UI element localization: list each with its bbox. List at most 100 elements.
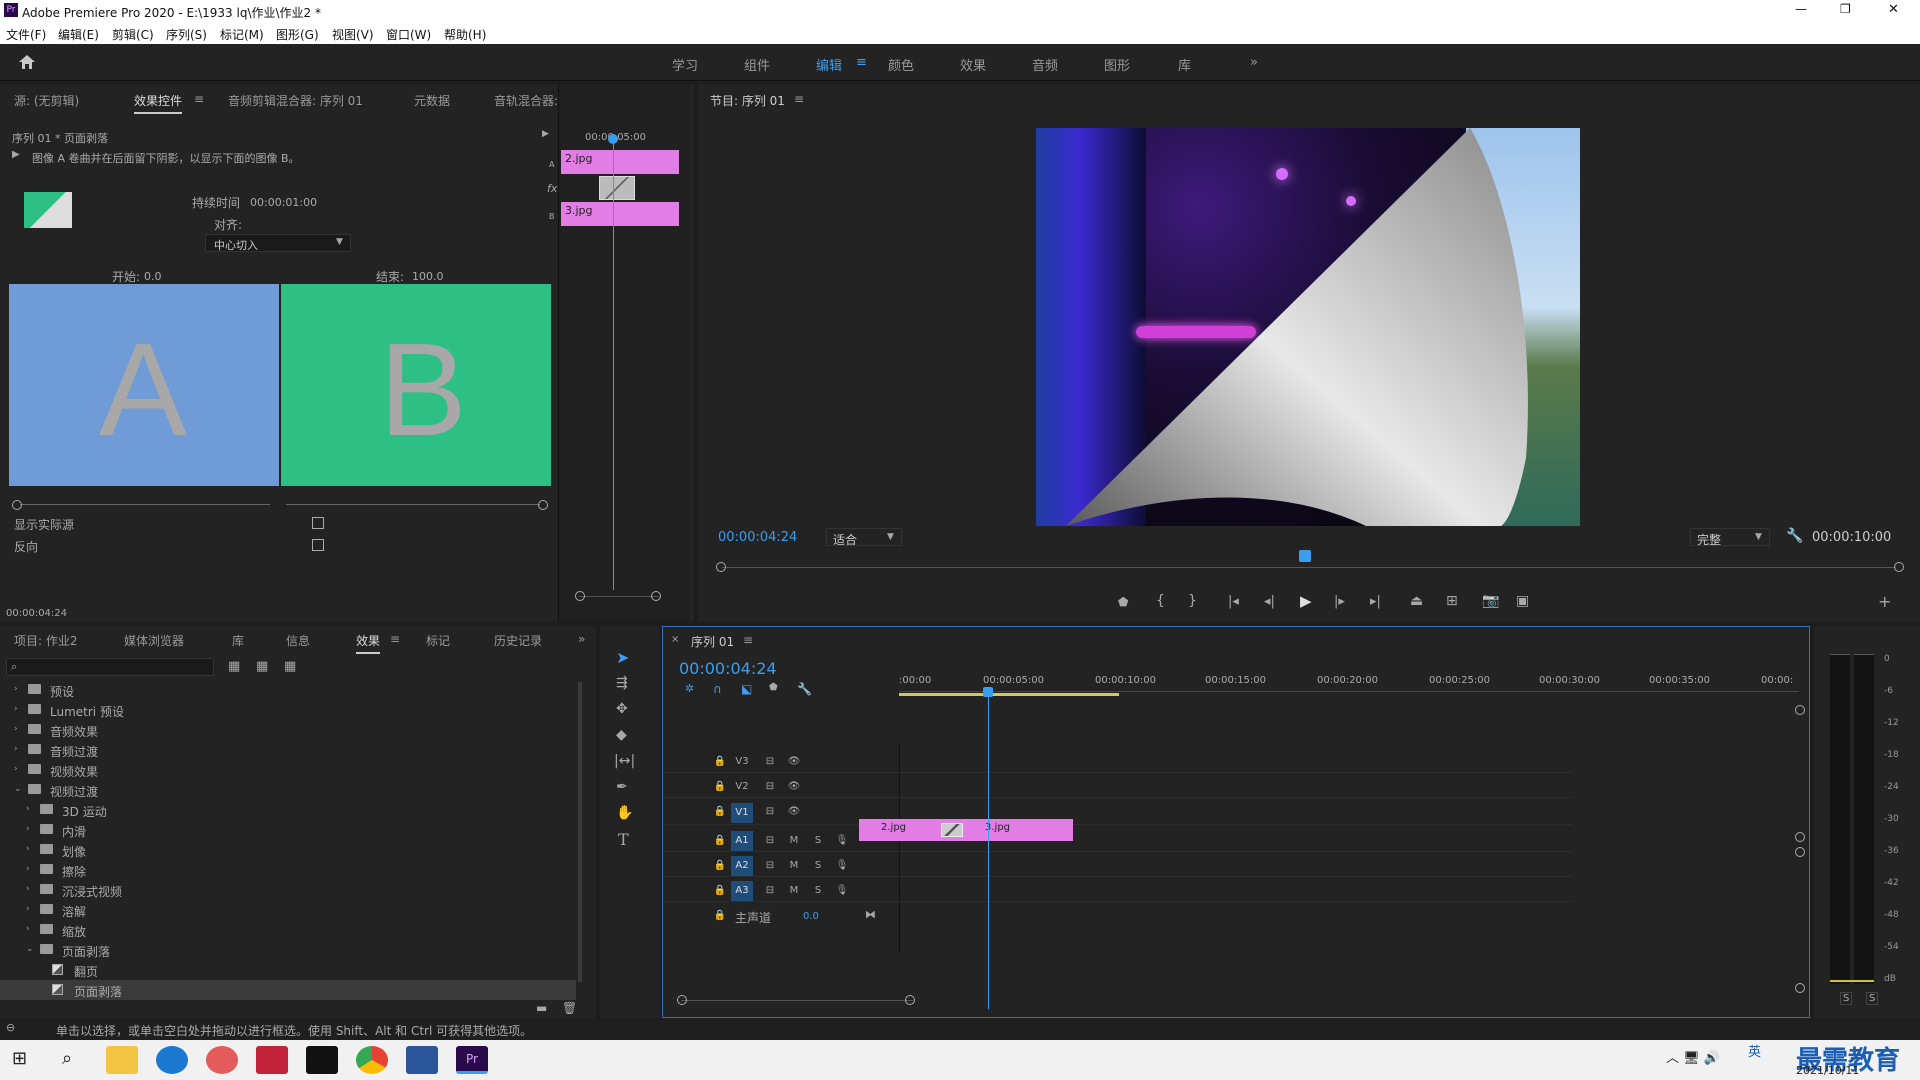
chevron-right-icon[interactable]: › [26, 864, 30, 874]
program-current-time[interactable]: 00:00:04:24 [718, 530, 797, 545]
lock-icon[interactable]: 🔒 [709, 905, 731, 927]
eye-icon[interactable]: 👁 [783, 751, 805, 773]
file-explorer-icon[interactable] [106, 1046, 138, 1074]
step-back-icon[interactable]: ◂| [1264, 595, 1275, 608]
chevron-right-icon[interactable]: › [26, 844, 30, 854]
work-area-bar[interactable] [899, 693, 1119, 696]
menu-sequence[interactable]: 序列(S) [166, 26, 207, 43]
reverse-checkbox[interactable] [312, 539, 324, 551]
add-marker-icon[interactable]: ⬟ [769, 683, 778, 693]
timeline-v-scroll-handle[interactable] [1795, 705, 1805, 715]
chevron-right-icon[interactable]: › [14, 744, 18, 754]
chevron-right-icon[interactable]: › [26, 924, 30, 934]
effects-search-input[interactable]: ⌕ [6, 658, 214, 676]
tab-libraries[interactable]: 库 [232, 632, 244, 649]
more-workspaces-icon[interactable]: » [1250, 55, 1258, 70]
menu-help[interactable]: 帮助(H) [444, 26, 486, 43]
fit-dropdown[interactable]: 适合 ▼ [826, 528, 902, 547]
mini-clip-b[interactable]: 3.jpg [561, 202, 679, 226]
go-to-in-icon[interactable]: |◂ [1228, 595, 1239, 608]
track-v3-label[interactable]: V3 [731, 751, 753, 773]
chevron-down-icon[interactable]: ⌄ [26, 944, 34, 954]
meter-solo-left[interactable]: S [1840, 992, 1853, 1005]
play-icon[interactable]: ▶ [1300, 594, 1312, 609]
effect-controls-time[interactable]: 00:00:04:24 [6, 608, 67, 619]
menu-graphics[interactable]: 图形(G) [276, 26, 319, 43]
end-slider[interactable] [286, 500, 550, 510]
tree-item[interactable]: › 3D 运动 [0, 800, 576, 820]
tab-history[interactable]: 历史记录 [494, 632, 542, 649]
slip-tool-icon[interactable]: |↔| [614, 754, 635, 768]
scrub-start-handle[interactable] [716, 562, 726, 572]
tab-source[interactable]: 源: (无剪辑) [14, 92, 79, 109]
mini-scroll-handle[interactable] [651, 591, 661, 601]
eye-icon[interactable]: 👁 [783, 801, 805, 823]
mark-in-icon[interactable]: { [1156, 594, 1165, 608]
solo-button[interactable]: S [807, 855, 829, 877]
minimize-button[interactable]: — [1795, 2, 1807, 16]
sync-lock-icon[interactable]: ⊟ [759, 776, 781, 798]
lock-icon[interactable]: 🔒 [709, 830, 731, 852]
mute-button[interactable]: M [783, 855, 805, 877]
mini-playhead-handle[interactable] [608, 134, 618, 144]
word-icon[interactable] [406, 1046, 438, 1074]
track-a2-target[interactable]: A2 [731, 856, 753, 876]
app-icon[interactable] [256, 1046, 288, 1074]
tab-info[interactable]: 信息 [286, 632, 310, 649]
timeline-playhead[interactable] [988, 691, 989, 1009]
quality-dropdown[interactable]: 完整 ▼ [1690, 528, 1770, 547]
linked-selection-icon[interactable]: ⬕ [741, 683, 752, 695]
chrome-icon[interactable] [356, 1046, 388, 1074]
tree-item[interactable]: › 溶解 [0, 900, 576, 920]
nest-icon[interactable]: ✲ [685, 683, 694, 694]
start-value[interactable]: 0.0 [144, 270, 162, 283]
sync-lock-icon[interactable]: ⊟ [759, 880, 781, 902]
tree-item[interactable]: › 沉浸式视频 [0, 880, 576, 900]
sync-lock-icon[interactable]: ⊟ [759, 801, 781, 823]
timeline-menu-icon[interactable]: ≡ [743, 633, 753, 647]
mini-scroll-handle[interactable] [575, 591, 585, 601]
program-title[interactable]: 节目: 序列 01 [710, 92, 785, 112]
comparison-view-icon[interactable]: ▣ [1516, 594, 1529, 608]
slider-handle[interactable] [12, 500, 22, 510]
yuv-effects-icon[interactable]: ▦ [284, 660, 296, 673]
mark-out-icon[interactable]: } [1188, 594, 1197, 608]
tree-item[interactable]: ⌄ 页面剥落 [0, 940, 576, 960]
razor-tool-icon[interactable]: ◆ [616, 728, 627, 742]
edge-browser-icon[interactable] [156, 1046, 188, 1074]
wrench-icon[interactable]: 🔧 [797, 683, 812, 695]
tab-menu-icon[interactable]: ≡ [194, 92, 204, 106]
mic-icon[interactable]: 🎙 [831, 830, 853, 852]
timeline-h-scroll-handle[interactable] [677, 995, 687, 1005]
tab-media-browser[interactable]: 媒体浏览器 [124, 632, 184, 649]
tree-item[interactable]: › 划像 [0, 840, 576, 860]
end-value[interactable]: 100.0 [412, 270, 444, 283]
tree-item[interactable]: › 擦除 [0, 860, 576, 880]
mini-clip-a[interactable]: 2.jpg [561, 150, 679, 174]
show-actual-source-checkbox[interactable] [312, 517, 324, 529]
mini-playhead[interactable] [613, 140, 614, 590]
tree-item[interactable]: › 音频效果 [0, 720, 576, 740]
close-button[interactable]: ✕ [1888, 2, 1899, 17]
tree-item[interactable]: › 音频过渡 [0, 740, 576, 760]
workspace-editing[interactable]: 编辑 [816, 55, 842, 74]
chevron-right-icon[interactable]: › [26, 824, 30, 834]
pen-tool-icon[interactable]: ✒ [616, 780, 628, 794]
tab-menu-icon[interactable]: ≡ [390, 632, 400, 646]
mic-icon[interactable]: 🎙 [831, 855, 853, 877]
play-transition-icon[interactable]: ▶ [12, 150, 20, 160]
tab-effects[interactable]: 效果 [356, 632, 381, 654]
timeline-v-scroll-handle[interactable] [1795, 847, 1805, 857]
track-a1-target[interactable]: A1 [731, 831, 753, 851]
align-dropdown[interactable]: 中心切入 ▼ [205, 234, 351, 252]
lock-icon[interactable]: 🔒 [709, 801, 731, 823]
workspace-color[interactable]: 颜色 [888, 55, 914, 74]
start-slider[interactable] [12, 500, 272, 510]
menu-marker[interactable]: 标记(M) [220, 26, 264, 43]
chevron-right-icon[interactable]: › [14, 724, 18, 734]
tree-item[interactable]: 翻页 [0, 960, 576, 980]
new-bin-icon[interactable]: ▬ [536, 1002, 547, 1014]
mute-button[interactable]: M [783, 880, 805, 902]
tree-item[interactable]: ⌄ 视频过渡 [0, 780, 576, 800]
mute-button[interactable]: M [783, 830, 805, 852]
